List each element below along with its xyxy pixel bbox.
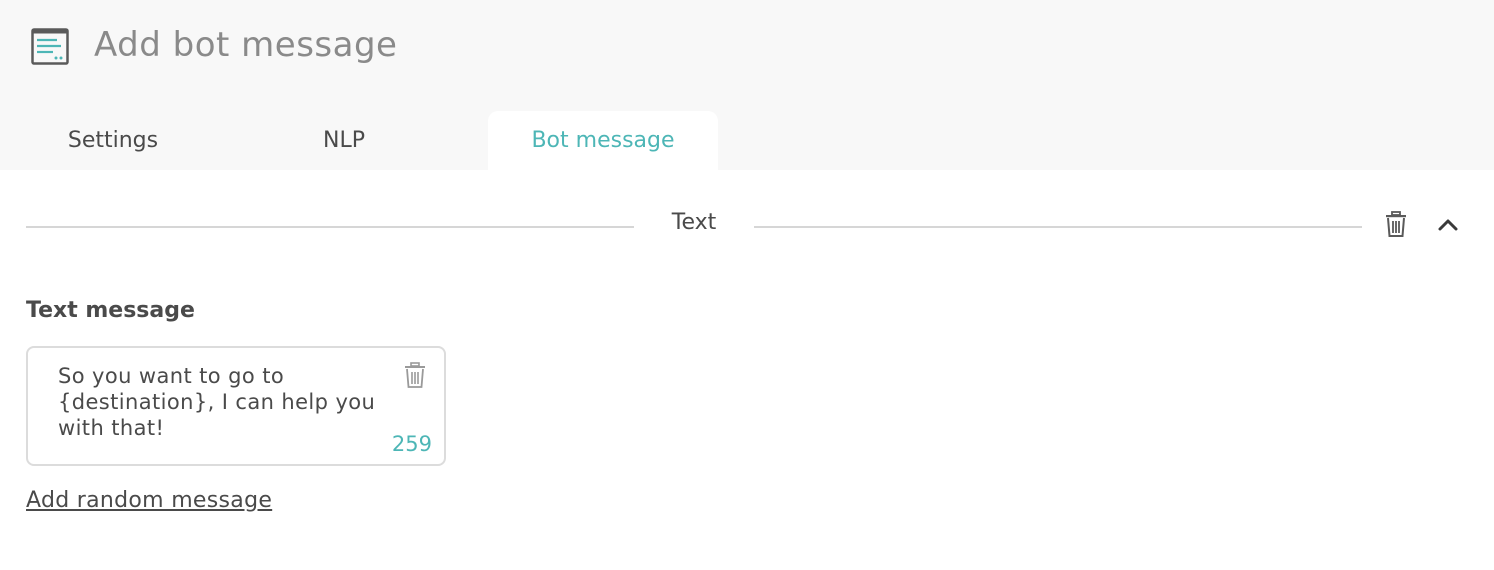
add-random-message-link[interactable]: Add random message bbox=[26, 488, 272, 513]
section-divider-right bbox=[754, 226, 1362, 228]
text-message-field[interactable]: So you want to go to {destination}, I ca… bbox=[26, 346, 446, 466]
tab-settings[interactable]: Settings bbox=[38, 111, 188, 170]
tab-nlp[interactable]: NLP bbox=[270, 111, 418, 170]
section-divider-left bbox=[26, 226, 634, 228]
page-header: Add bot message Settings NLP Bot message bbox=[0, 0, 1494, 170]
char-counter: 259 bbox=[391, 432, 432, 456]
section-title: Text bbox=[671, 210, 717, 235]
trash-icon[interactable] bbox=[1384, 211, 1408, 237]
page-title: Add bot message bbox=[94, 25, 398, 65]
trash-icon[interactable] bbox=[404, 362, 426, 388]
chevron-up-icon[interactable] bbox=[1436, 214, 1460, 234]
text-message-value[interactable]: So you want to go to {destination}, I ca… bbox=[58, 363, 398, 441]
message-window-icon bbox=[31, 28, 69, 65]
text-message-label: Text message bbox=[26, 298, 195, 323]
tab-bot-message[interactable]: Bot message bbox=[488, 111, 718, 170]
